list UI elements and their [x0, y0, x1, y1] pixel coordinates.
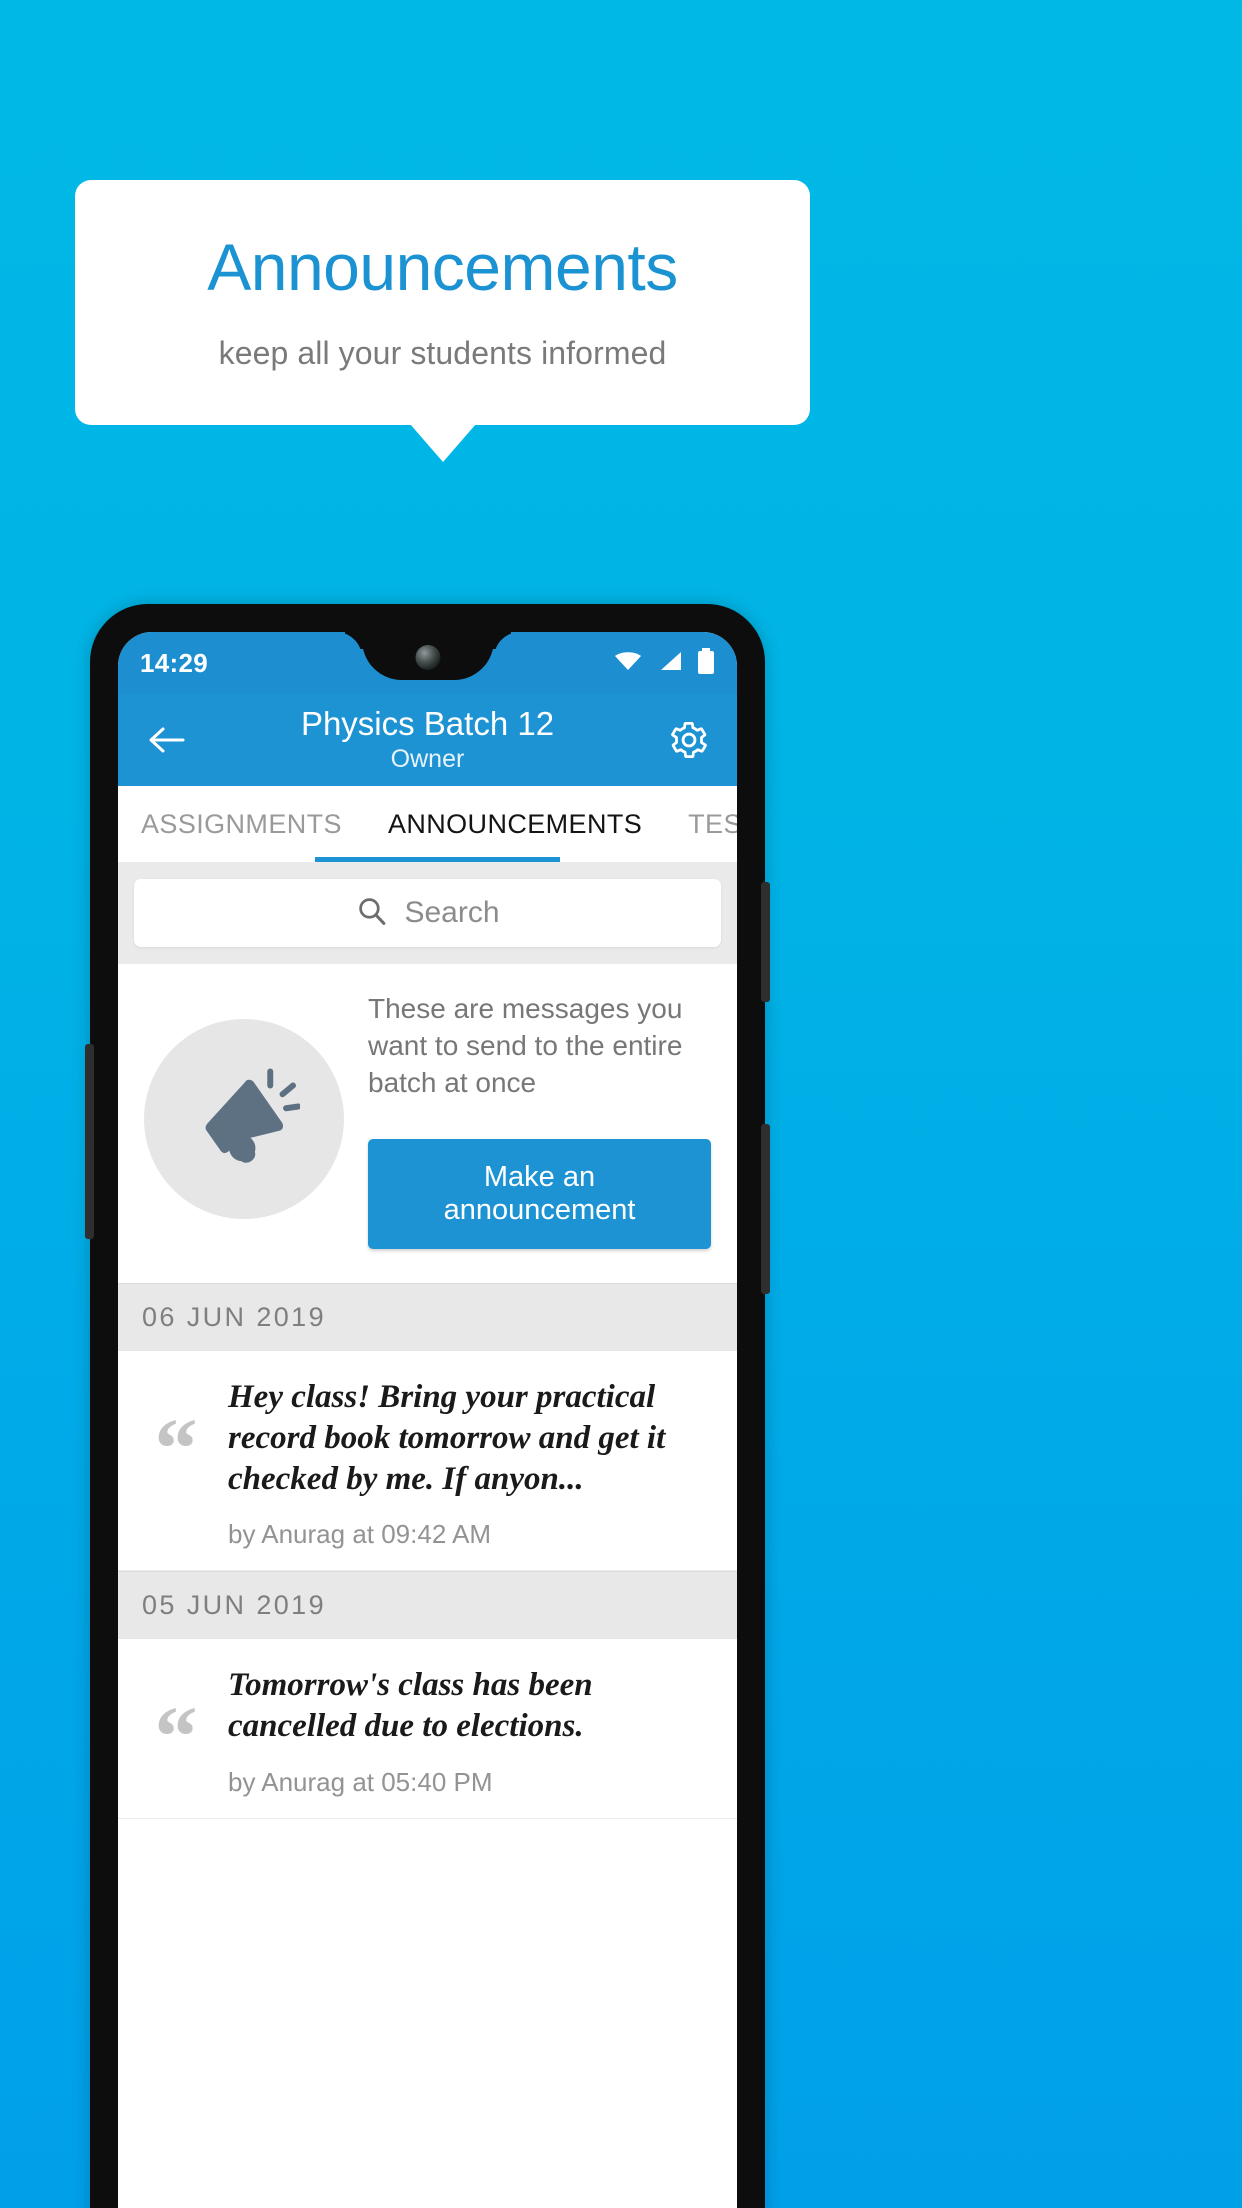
tab-tests[interactable]: TESTS — [665, 786, 737, 862]
app-bar: Physics Batch 12 Owner — [118, 694, 737, 786]
tab-bar[interactable]: ASSIGNMENTS ANNOUNCEMENTS TESTS V — [118, 786, 737, 862]
date-header: 05 JUN 2019 — [118, 1571, 737, 1640]
tab-active-underline — [315, 857, 560, 862]
volume-button[interactable] — [761, 1124, 770, 1294]
wifi-icon — [613, 649, 643, 678]
batch-title: Physics Batch 12 — [300, 704, 555, 742]
megaphone-icon — [188, 1061, 302, 1178]
status-bar: 14:29 — [118, 632, 737, 694]
signal-icon — [657, 649, 683, 678]
page-subtitle: keep all your students informed — [218, 334, 667, 371]
announcement-text: Tomorrow's class has been cancelled due … — [228, 1667, 593, 1745]
announcement-description: These are messages you want to send to t… — [368, 993, 683, 1099]
announcement-body: Hey class! Bring your practical record b… — [228, 1373, 713, 1551]
announcement-row[interactable]: “ Tomorrow's class has been cancelled du… — [118, 1639, 737, 1820]
phone-device: 14:29 Physics Batch 12 Owner ASSIGNMENTS… — [85, 604, 770, 2208]
page-title: Announcements — [207, 230, 678, 305]
promo-card: Announcements keep all your students inf… — [75, 180, 810, 425]
status-icons — [613, 647, 715, 679]
battery-icon — [697, 647, 715, 679]
quote-icon: “ — [154, 1688, 198, 1785]
announcement-body: Tomorrow's class has been cancelled due … — [228, 1661, 713, 1798]
speech-bubble-tail — [410, 424, 476, 462]
search-section: Search — [118, 862, 737, 964]
phone-screen: 14:29 Physics Batch 12 Owner ASSIGNMENTS… — [118, 632, 737, 2208]
search-icon — [355, 894, 388, 932]
power-button[interactable] — [761, 882, 770, 1002]
date-header: 06 JUN 2019 — [118, 1282, 737, 1351]
make-announcement-card: These are messages you want to send to t… — [118, 964, 737, 1283]
back-button[interactable] — [140, 714, 192, 766]
search-input[interactable]: Search — [134, 879, 721, 947]
announcement-row[interactable]: “ Hey class! Bring your practical record… — [118, 1350, 737, 1572]
batch-role: Owner — [390, 744, 465, 773]
quote-icon: “ — [154, 1399, 198, 1496]
app-bar-titles: Physics Batch 12 Owner — [118, 705, 737, 775]
tab-announcements[interactable]: ANNOUNCEMENTS — [365, 786, 665, 862]
settings-button[interactable] — [663, 714, 715, 766]
megaphone-icon-circle — [144, 1019, 344, 1220]
front-camera-icon — [415, 645, 440, 670]
announcement-meta: by Anurag at 05:40 PM — [228, 1767, 493, 1798]
announcement-text: Hey class! Bring your practical record b… — [228, 1378, 666, 1497]
tab-assignments[interactable]: ASSIGNMENTS — [118, 786, 365, 862]
make-announcement-content: These are messages you want to send to t… — [368, 990, 711, 1249]
status-time: 14:29 — [140, 647, 208, 678]
display-notch — [361, 632, 494, 680]
announcement-meta: by Anurag at 09:42 AM — [228, 1519, 492, 1550]
left-hardware-button[interactable] — [85, 1044, 94, 1239]
search-placeholder: Search — [404, 896, 500, 929]
make-announcement-button[interactable]: Make an announcement — [368, 1138, 711, 1249]
